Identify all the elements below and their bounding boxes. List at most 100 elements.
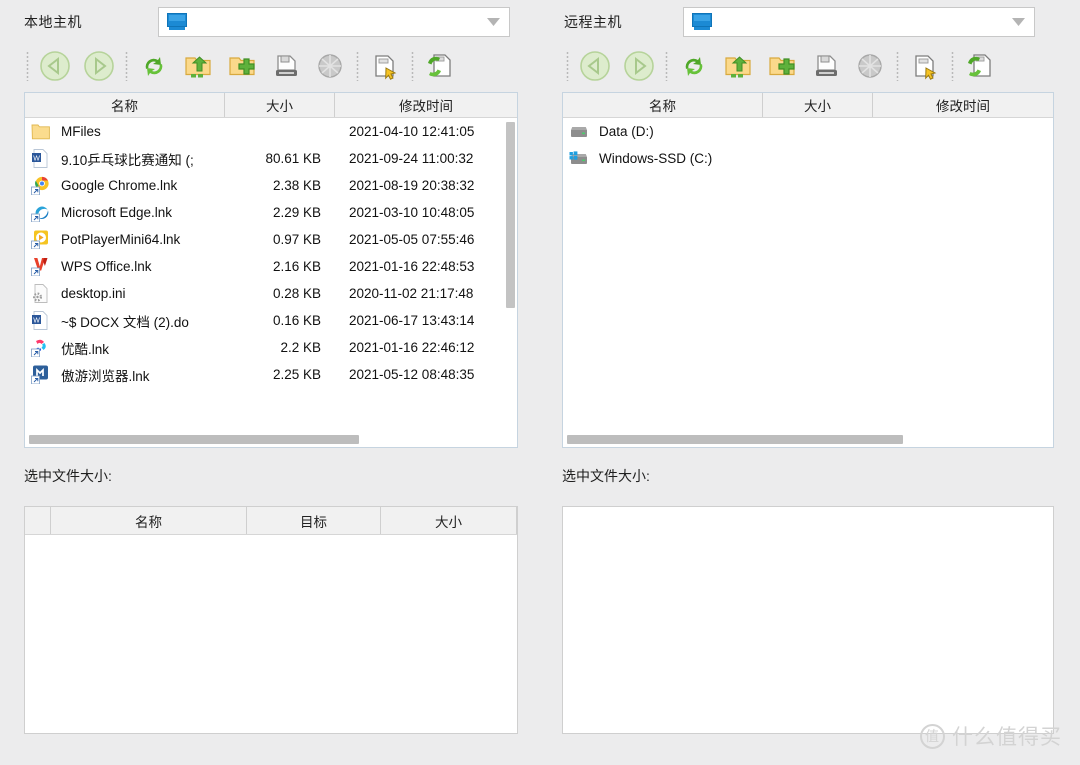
remote-host-combo[interactable] <box>683 7 1035 37</box>
new-folder-button[interactable] <box>760 45 804 87</box>
remote-file-list[interactable]: 名称 大小 修改时间 Data (D:) Windows-SSD (C:) <box>562 92 1054 448</box>
refresh-button[interactable] <box>132 45 176 87</box>
file-row[interactable]: Windows-SSD (C:) <box>563 145 1053 172</box>
file-row[interactable]: desktop.ini 0.28 KB 2020-11-02 21:17:48 <box>25 280 517 307</box>
back-button[interactable] <box>573 45 617 87</box>
column-header-name[interactable]: 名称 <box>563 93 763 117</box>
file-name: MFiles <box>61 124 101 139</box>
new-folder-button[interactable] <box>220 45 264 87</box>
transfer-button[interactable] <box>418 45 462 87</box>
remote-file-list-header: 名称 大小 修改时间 <box>563 93 1053 118</box>
column-header-name[interactable]: 名称 <box>25 93 225 117</box>
local-queue-header: 名称 目标 大小 <box>25 507 517 535</box>
file-size: 2.16 KB <box>272 259 321 274</box>
parent-dir-button[interactable] <box>176 45 220 87</box>
column-header-time[interactable]: 修改时间 <box>335 93 517 117</box>
queue-column-size[interactable]: 大小 <box>381 507 517 534</box>
select-file-button[interactable] <box>903 45 947 87</box>
drive-icon <box>569 122 593 142</box>
file-row[interactable]: PotPlayerMini64.lnk 0.97 KB 2021-05-05 07:… <box>25 226 517 253</box>
watermark-badge-icon: 值 <box>920 723 945 749</box>
file-row[interactable]: W ~$ DOCX 文档 (2).do 0.16 KB 2021-06-17 13:4… <box>25 307 517 334</box>
file-row[interactable]: MFiles 2021-04-10 12:41:05 <box>25 118 517 145</box>
file-modified-time: 2021-01-16 22:48:53 <box>349 259 475 274</box>
toolbar-separator <box>661 49 672 83</box>
save-button[interactable] <box>804 45 848 87</box>
ini-file-icon <box>31 283 55 304</box>
forward-button[interactable] <box>617 45 661 87</box>
save-button[interactable] <box>264 45 308 87</box>
file-row[interactable]: WPS Office.lnk 2.16 KB 2021-01-16 22:48:53 <box>25 253 517 280</box>
toolbar-separator <box>22 49 33 83</box>
wps-icon <box>31 257 55 277</box>
file-modified-time: 2021-08-19 20:38:32 <box>349 178 475 193</box>
refresh-button[interactable] <box>672 45 716 87</box>
file-size: 2.38 KB <box>272 178 321 193</box>
file-name: WPS Office.lnk <box>61 259 152 274</box>
file-size: 0.97 KB <box>272 232 321 247</box>
remote-horizontal-scrollbar[interactable] <box>563 432 1053 447</box>
column-header-size[interactable]: 大小 <box>763 93 873 117</box>
local-file-list-header: 名称 大小 修改时间 <box>25 93 517 118</box>
folder-icon <box>31 122 55 142</box>
local-queue-panel[interactable]: 名称 目标 大小 <box>24 506 518 734</box>
globe-button[interactable] <box>308 45 352 87</box>
remote-selected-size-label: 选中文件大小: <box>562 468 650 484</box>
file-row[interactable]: 傲游浏览器.lnk 2.25 KB 2021-05-12 08:48:35 <box>25 361 517 388</box>
edge-icon <box>31 203 55 223</box>
forward-button[interactable] <box>77 45 121 87</box>
file-name: 9.10乒乓球比赛通知 (; <box>61 152 194 168</box>
file-size: 2.29 KB <box>272 205 321 220</box>
column-header-size[interactable]: 大小 <box>225 93 335 117</box>
chevron-down-icon[interactable] <box>483 18 503 26</box>
toolbar-separator <box>947 49 958 83</box>
windows-drive-icon <box>569 149 593 169</box>
file-row[interactable]: Microsoft Edge.lnk 2.29 KB 2021-03-10 10:4… <box>25 199 517 226</box>
file-modified-time: 2021-05-05 07:55:46 <box>349 232 475 247</box>
file-name: Windows-SSD (C:) <box>599 151 713 166</box>
file-size: 0.28 KB <box>272 286 321 301</box>
queue-column-spacer <box>25 507 51 534</box>
local-pane: 本地主机 名称 大小 修改时间 MFiles 2021-04-10 12:41:… <box>0 0 540 765</box>
word-doc-icon: W <box>31 148 55 169</box>
local-vertical-scrollbar[interactable] <box>503 118 517 432</box>
select-file-button[interactable] <box>363 45 407 87</box>
local-horizontal-scrollbar[interactable] <box>25 432 517 447</box>
file-size: 0.16 KB <box>272 313 321 328</box>
file-size: 80.61 KB <box>265 151 321 166</box>
file-name: Microsoft Edge.lnk <box>61 205 173 220</box>
svg-text:W: W <box>33 317 40 324</box>
back-button[interactable] <box>33 45 77 87</box>
svg-text:W: W <box>33 155 40 162</box>
column-header-time[interactable]: 修改时间 <box>873 93 1053 117</box>
watermark-text: 什么值得买 <box>952 726 1062 749</box>
file-row[interactable]: Google Chrome.lnk 2.38 KB 2021-08-19 20:38… <box>25 172 517 199</box>
toolbar-separator <box>892 49 903 83</box>
queue-column-target[interactable]: 目标 <box>247 507 381 534</box>
youku-icon <box>31 338 55 358</box>
local-selected-size-label: 选中文件大小: <box>24 468 112 484</box>
file-row[interactable]: 优酷.lnk 2.2 KB 2021-01-16 22:46:12 <box>25 334 517 361</box>
queue-column-name[interactable]: 名称 <box>51 507 247 534</box>
file-row[interactable]: Data (D:) <box>563 118 1053 145</box>
remote-queue-panel[interactable] <box>562 506 1054 734</box>
word-doc-icon: W <box>31 310 55 331</box>
globe-button[interactable] <box>848 45 892 87</box>
remote-host-row: 远程主机 <box>564 6 622 38</box>
file-name: Data (D:) <box>599 124 654 139</box>
local-file-list[interactable]: 名称 大小 修改时间 MFiles 2021-04-10 12:41:05 W 9.1… <box>24 92 518 448</box>
local-host-combo[interactable] <box>158 7 510 37</box>
chevron-down-icon[interactable] <box>1008 18 1028 26</box>
toolbar-separator <box>352 49 363 83</box>
chrome-icon <box>31 176 55 196</box>
maxthon-icon <box>31 365 55 385</box>
file-name: 傲游浏览器.lnk <box>61 368 150 384</box>
parent-dir-button[interactable] <box>716 45 760 87</box>
file-modified-time: 2021-05-12 08:48:35 <box>349 367 475 382</box>
file-modified-time: 2021-01-16 22:46:12 <box>349 340 475 355</box>
transfer-button[interactable] <box>958 45 1002 87</box>
toolbar-separator <box>121 49 132 83</box>
file-modified-time: 2021-06-17 13:43:14 <box>349 313 475 328</box>
file-name: desktop.ini <box>61 286 126 301</box>
file-row[interactable]: W 9.10乒乓球比赛通知 (; 80.61 KB 2021-09-24 11:00:… <box>25 145 517 172</box>
